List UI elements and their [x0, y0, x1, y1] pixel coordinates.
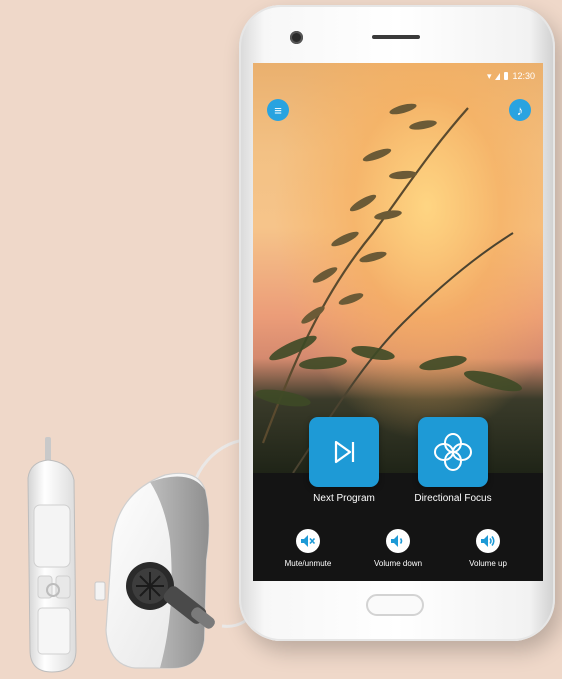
volume-down-icon	[391, 535, 403, 547]
smartphone: ▾ 12:30 ≡ ♪ Next Program Directional Foc…	[239, 5, 555, 641]
home-button[interactable]	[366, 594, 424, 616]
status-bar: ▾ 12:30	[487, 69, 535, 83]
directional-focus-icon	[434, 433, 472, 471]
hearing-aid-body	[94, 472, 215, 669]
menu-button[interactable]: ≡	[267, 99, 289, 121]
product-illustration: ▾ 12:30 ≡ ♪ Next Program Directional Foc…	[0, 0, 562, 679]
directional-focus-label: Directional Focus	[414, 493, 492, 504]
volume-down-button[interactable]	[386, 529, 410, 553]
speaker-mute-icon	[301, 535, 316, 547]
battery-icon	[504, 72, 509, 80]
music-note-icon: ♪	[516, 102, 524, 118]
volume-up-icon	[481, 535, 495, 547]
next-program-label: Next Program	[313, 493, 375, 504]
app-screen: ▾ 12:30 ≡ ♪ Next Program Directional Foc…	[253, 63, 543, 581]
mute-unmute-button[interactable]	[296, 529, 320, 553]
signal-icon	[495, 72, 501, 80]
front-camera	[290, 31, 303, 44]
volume-up-button[interactable]	[476, 529, 500, 553]
music-button[interactable]: ♪	[509, 99, 531, 121]
wifi-icon: ▾	[486, 70, 492, 81]
directional-focus-button[interactable]	[418, 417, 488, 487]
wallpaper-image	[253, 63, 543, 473]
grass-silhouette	[255, 103, 523, 473]
remote-control	[27, 437, 77, 673]
next-program-button[interactable]	[309, 417, 379, 487]
skip-next-icon	[334, 440, 355, 464]
earpiece-speaker	[372, 35, 420, 39]
volume-down-label: Volume down	[373, 559, 423, 568]
mute-unmute-label: Mute/unmute	[284, 559, 332, 568]
status-time: 12:30	[512, 71, 535, 81]
volume-up-label: Volume up	[469, 559, 507, 568]
menu-icon: ≡	[274, 102, 282, 118]
